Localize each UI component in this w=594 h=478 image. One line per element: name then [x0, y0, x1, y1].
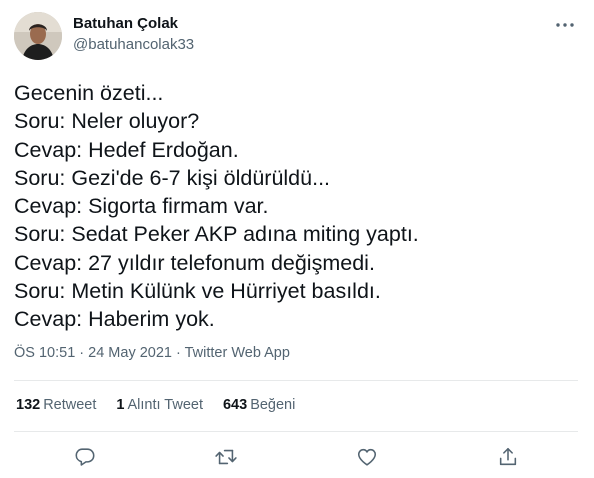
- more-options-button[interactable]: [552, 12, 578, 38]
- tweet-line: Soru: Gezi'de 6-7 kişi öldürüldü...: [14, 165, 331, 190]
- tweet-line: Cevap: Sigorta firmam var.: [14, 194, 269, 219]
- reply-icon: [75, 448, 95, 466]
- quote-tweet-stat[interactable]: 1 Alıntı Tweet: [116, 397, 203, 413]
- like-stat[interactable]: 643 Beğeni: [223, 397, 295, 413]
- retweet-icon: [215, 449, 237, 465]
- tweet-timestamp[interactable]: ÖS 10:51 · 24 May 2021 · Twitter Web App: [14, 345, 290, 361]
- tweet-text: Gecenin özeti... Soru: Neler oluyor? Cev…: [14, 79, 574, 334]
- handle[interactable]: @batuhancolak33: [73, 36, 194, 53]
- tweet-line: Gecenin özeti...: [14, 81, 164, 105]
- tweet-line: Soru: Metin Külünk ve Hürriyet basıldı.: [14, 279, 381, 304]
- quote-count: 1: [116, 397, 125, 413]
- tweet-stats: 132 Retweet 1 Alıntı Tweet 643 Beğeni: [16, 397, 295, 413]
- like-count: 643: [222, 397, 248, 413]
- retweet-label: Retweet: [43, 397, 97, 413]
- share-button[interactable]: [493, 442, 523, 472]
- display-name[interactable]: Batuhan Çolak: [73, 15, 178, 32]
- tweet-line: Cevap: Haberim yok.: [14, 307, 215, 332]
- tweet-card: Batuhan Çolak @batuhancolak33 Gecenin öz…: [0, 0, 594, 478]
- like-icon: [357, 448, 377, 466]
- tweet-line: Cevap: 27 yıldır telefonum değişmedi.: [14, 250, 375, 275]
- retweet-stat[interactable]: 132 Retweet: [16, 397, 96, 413]
- quote-label: Alıntı Tweet: [127, 397, 203, 413]
- tweet-line: Soru: Sedat Peker AKP adına miting yaptı…: [14, 222, 419, 247]
- ellipsis-icon: [556, 23, 574, 27]
- divider: [14, 431, 578, 432]
- tweet-line: Cevap: Hedef Erdoğan.: [14, 137, 239, 162]
- reply-button[interactable]: [70, 442, 100, 472]
- tweet-line: Soru: Neler oluyor?: [14, 109, 200, 134]
- retweet-count: 132: [16, 397, 41, 413]
- like-label: Beğeni: [250, 397, 296, 413]
- retweet-button[interactable]: [211, 442, 241, 472]
- divider: [14, 380, 578, 381]
- share-icon: [499, 447, 517, 466]
- tweet-actions: [0, 442, 594, 472]
- avatar[interactable]: [14, 12, 62, 60]
- like-button[interactable]: [352, 442, 382, 472]
